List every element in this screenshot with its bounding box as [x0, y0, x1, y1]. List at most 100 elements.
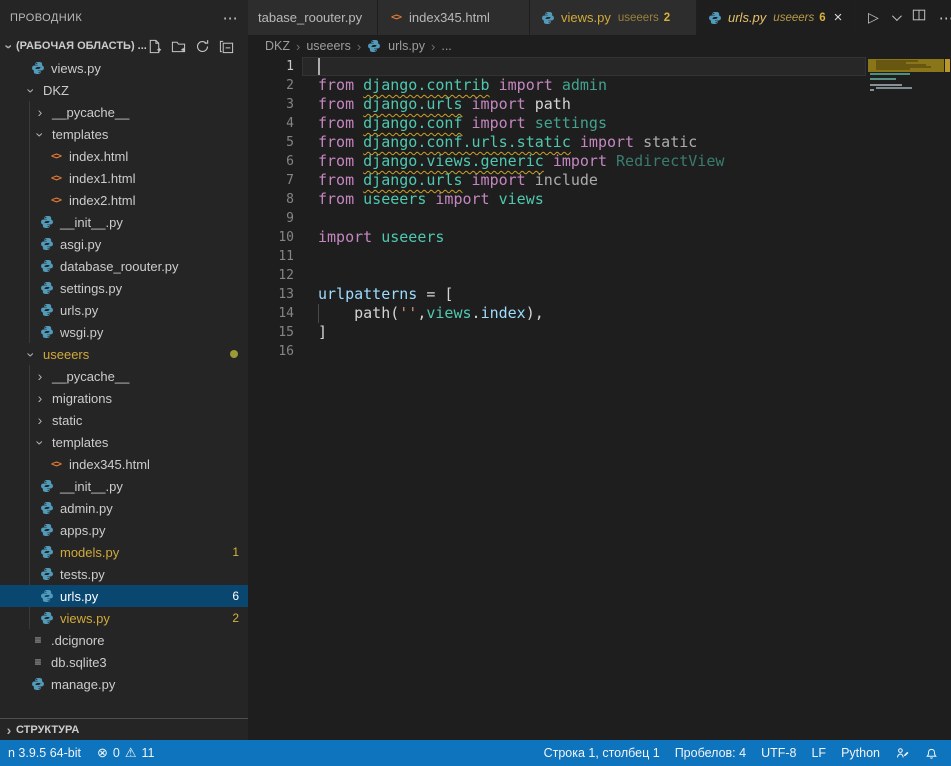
tree-item-tests.py[interactable]: tests.py — [0, 563, 248, 585]
code-line-7[interactable]: 7from django.urls import include — [248, 171, 868, 190]
code-line-16[interactable]: 16 — [248, 342, 868, 361]
code-line-13[interactable]: 13urlpatterns = [ — [248, 285, 868, 304]
outline-section-label: СТРУКТУРА — [16, 724, 79, 736]
tree-item-settings.py[interactable]: settings.py — [0, 277, 248, 299]
tree-item-__pycache__[interactable]: ›__pycache__ — [0, 101, 248, 123]
tree-item-admin.py[interactable]: admin.py — [0, 497, 248, 519]
tab-label: tabase_roouter.py — [258, 10, 362, 25]
code-line-10[interactable]: 10import useeers — [248, 228, 868, 247]
tab-index345.html[interactable]: <>index345.html — [378, 0, 530, 35]
eol-item[interactable]: LF — [811, 746, 826, 760]
overview-ruler[interactable] — [944, 57, 951, 740]
minimap[interactable] — [868, 57, 944, 187]
tree-item-DKZ[interactable]: ›DKZ — [0, 79, 248, 101]
tab-views.py[interactable]: views.pyuseeers2 — [530, 0, 697, 35]
collapse-all-icon[interactable] — [219, 39, 234, 54]
tree-item-index345.html[interactable]: <>index345.html — [0, 453, 248, 475]
code-line-5[interactable]: 5from django.conf.urls.static import sta… — [248, 133, 868, 152]
code-line-15[interactable]: 15] — [248, 323, 868, 342]
code-line-9[interactable]: 9 — [248, 209, 868, 228]
close-icon[interactable]: × — [834, 11, 843, 25]
breadcrumb-separator: › — [431, 39, 435, 54]
python-icon — [39, 566, 55, 582]
tree-item-wsgi.py[interactable]: wsgi.py — [0, 321, 248, 343]
tree-item-index.html[interactable]: <>index.html — [0, 145, 248, 167]
tree-item-label: views.py — [60, 611, 110, 626]
python-version-item[interactable]: n 3.9.5 64-bit — [8, 746, 81, 760]
breadcrumb-symbol-more[interactable]: ... — [441, 39, 451, 53]
tree-item-manage.py[interactable]: manage.py — [0, 673, 248, 695]
tree-item-__init__.py[interactable]: __init__.py — [0, 211, 248, 233]
code-editor[interactable]: 12from django.contrib import admin3from … — [248, 57, 951, 740]
encoding-item[interactable]: UTF-8 — [761, 746, 796, 760]
indentation-item[interactable]: Пробелов: 4 — [675, 746, 746, 760]
workspace-section-header[interactable]: › (РАБОЧАЯ ОБЛАСТЬ) ... — [0, 35, 248, 57]
tab-tabase_roouter.py[interactable]: tabase_roouter.py — [248, 0, 378, 35]
code-line-6[interactable]: 6from django.views.generic import Redire… — [248, 152, 868, 171]
tree-item-asgi.py[interactable]: asgi.py — [0, 233, 248, 255]
tree-item-urls.py[interactable]: urls.py6 — [0, 585, 248, 607]
line-number: 11 — [248, 247, 294, 266]
tree-item-static[interactable]: ›static — [0, 409, 248, 431]
line-number: 15 — [248, 323, 294, 342]
tree-item-label: __pycache__ — [52, 369, 129, 384]
explorer-more-actions-icon[interactable]: ⋯ — [223, 9, 238, 27]
tree-item-templates[interactable]: ›templates — [0, 431, 248, 453]
more-actions-icon[interactable]: ⋯ — [939, 9, 951, 27]
code-line-1[interactable]: 1 — [248, 57, 868, 76]
tree-item-templates[interactable]: ›templates — [0, 123, 248, 145]
breadcrumb: DKZ › useeers › urls.py › ... — [248, 35, 951, 57]
breadcrumb-file[interactable]: urls.py — [388, 39, 425, 53]
chevron-down-icon: › — [25, 348, 39, 362]
tree-item-views.py[interactable]: views.py2 — [0, 607, 248, 629]
breadcrumb-folder[interactable]: DKZ — [265, 39, 290, 53]
outline-section-header[interactable]: › СТРУКТУРА — [0, 718, 248, 740]
tree-item-.dcignore[interactable]: ≡.dcignore — [0, 629, 248, 651]
breadcrumb-folder[interactable]: useeers — [306, 39, 350, 53]
python-icon — [39, 500, 55, 516]
run-button-icon[interactable]: ▷ — [868, 9, 879, 26]
tree-item-database_roouter.py[interactable]: database_roouter.py — [0, 255, 248, 277]
html-icon: <> — [48, 456, 64, 472]
split-editor-icon[interactable] — [912, 8, 926, 27]
cursor-position-item[interactable]: Строка 1, столбец 1 — [544, 746, 660, 760]
code-line-11[interactable]: 11 — [248, 247, 868, 266]
code-text: from django.urls import include — [294, 171, 598, 190]
tree-item-index1.html[interactable]: <>index1.html — [0, 167, 248, 189]
run-dropdown-chevron-icon[interactable] — [892, 11, 902, 21]
new-file-icon[interactable] — [147, 39, 162, 54]
tree-item-__pycache__[interactable]: ›__pycache__ — [0, 365, 248, 387]
python-icon — [39, 478, 55, 494]
tree-item-models.py[interactable]: models.py1 — [0, 541, 248, 563]
tree-item-db.sqlite3[interactable]: ≡db.sqlite3 — [0, 651, 248, 673]
tree-item-migrations[interactable]: ›migrations — [0, 387, 248, 409]
code-line-14[interactable]: 14 path('',views.index), — [248, 304, 868, 323]
notifications-bell-icon[interactable] — [925, 746, 938, 760]
tree-item-__init__.py[interactable]: __init__.py — [0, 475, 248, 497]
explorer-sidebar: ПРОВОДНИК ⋯ › (РАБОЧАЯ ОБЛАСТЬ) ... view… — [0, 0, 248, 740]
refresh-icon[interactable] — [195, 39, 210, 54]
new-folder-icon[interactable] — [171, 39, 186, 54]
language-mode-item[interactable]: Python — [841, 746, 880, 760]
feedback-icon[interactable] — [895, 746, 910, 760]
tree-item-label: manage.py — [51, 677, 115, 692]
tree-item-useeers[interactable]: ›useeers — [0, 343, 248, 365]
tab-urls.py[interactable]: urls.pyuseeers6× — [697, 0, 856, 35]
code-text: from django.urls import path — [294, 95, 571, 114]
code-text: from django.contrib import admin — [294, 76, 607, 95]
tree-item-index2.html[interactable]: <>index2.html — [0, 189, 248, 211]
tree-item-apps.py[interactable]: apps.py — [0, 519, 248, 541]
file-icon: ≡ — [30, 654, 46, 670]
tree-item-label: database_roouter.py — [60, 259, 179, 274]
tree-item-label: templates — [52, 127, 108, 142]
code-line-8[interactable]: 8from useeers import views — [248, 190, 868, 209]
code-line-3[interactable]: 3from django.urls import path — [248, 95, 868, 114]
code-line-12[interactable]: 12 — [248, 266, 868, 285]
code-line-4[interactable]: 4from django.conf import settings — [248, 114, 868, 133]
code-line-2[interactable]: 2from django.contrib import admin — [248, 76, 868, 95]
chevron-right-icon: › — [33, 413, 47, 427]
problems-item[interactable]: ⊗ 0 ⚠ 11 — [97, 745, 155, 761]
tree-item-label: tests.py — [60, 567, 105, 582]
tree-item-urls.py[interactable]: urls.py — [0, 299, 248, 321]
tree-item-views.py[interactable]: views.py — [0, 57, 248, 79]
